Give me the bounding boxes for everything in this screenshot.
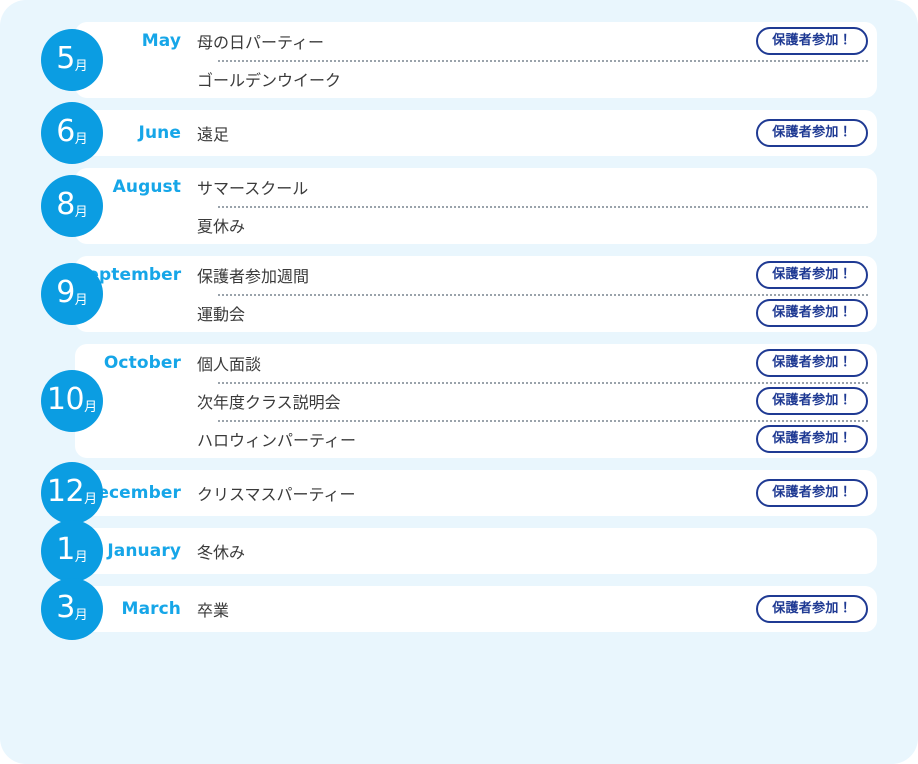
- parent-participation-badge[interactable]: 保護者参加！: [756, 119, 868, 147]
- event-title: サマースクール: [197, 179, 309, 198]
- event-title: ゴールデンウイーク: [197, 71, 342, 90]
- month-kanji-suffix: 月: [74, 58, 88, 74]
- parent-participation-badge[interactable]: 保護者参加！: [756, 595, 868, 623]
- event-separator: [218, 60, 868, 62]
- event-title: 次年度クラス説明会: [197, 393, 341, 412]
- parent-participation-badge[interactable]: 保護者参加！: [756, 387, 868, 415]
- event-row[interactable]: August夏休み: [75, 206, 877, 244]
- month-card: December クリスマスパーティー 保護者参加！: [75, 470, 877, 516]
- month-row: 5月May母の日パーティー保護者参加！Mayゴールデンウイーク: [41, 22, 877, 98]
- event-row[interactable]: October 個人面談 保護者参加！: [75, 344, 877, 382]
- event-row[interactable]: September 保護者参加週間 保護者参加！: [75, 256, 877, 294]
- month-card: AugustサマースクールAugust夏休み: [75, 168, 877, 244]
- month-card: March 卒業 保護者参加！: [75, 586, 877, 632]
- event-title: 夏休み: [197, 217, 246, 236]
- month-kanji-suffix: 月: [74, 292, 88, 308]
- event-title: ハロウィンパーティー: [197, 431, 357, 450]
- month-kanji-suffix: 月: [74, 607, 88, 623]
- month-row: 6 月 June 遠足 保護者参加！: [41, 102, 877, 164]
- parent-participation-badge[interactable]: 保護者参加！: [756, 261, 868, 289]
- event-title: 個人面談: [197, 355, 262, 374]
- month-kanji-suffix: 月: [74, 549, 88, 565]
- month-number-badge: 3月: [41, 578, 103, 640]
- month-row: 1 月 January 冬休み: [41, 520, 877, 582]
- month-card: January 冬休み: [75, 528, 877, 574]
- month-number: 10: [46, 382, 85, 417]
- event-title: 保護者参加週間: [197, 267, 310, 286]
- annual-events-calendar: 5月May母の日パーティー保護者参加！Mayゴールデンウイーク6月June遠足保…: [0, 0, 918, 764]
- month-kanji-suffix: 月: [84, 399, 98, 415]
- parent-participation-badge[interactable]: 保護者参加！: [756, 299, 868, 327]
- month-number: 3: [56, 590, 75, 625]
- month-number-badge: 1月: [41, 520, 103, 582]
- month-number-badge: 5月: [41, 29, 103, 91]
- event-row[interactable]: Octoberハロウィンパーティー保護者参加！: [75, 420, 877, 458]
- month-name-en: October: [103, 353, 181, 373]
- event-row[interactable]: August サマースクール: [75, 168, 877, 206]
- event-separator: [218, 294, 868, 296]
- month-list: 5月May母の日パーティー保護者参加！Mayゴールデンウイーク6月June遠足保…: [41, 22, 877, 640]
- month-card: September保護者参加週間保護者参加！September運動会保護者参加！: [75, 256, 877, 332]
- parent-participation-badge[interactable]: 保護者参加！: [756, 425, 868, 453]
- event-separator: [218, 420, 868, 422]
- month-number: 1: [56, 532, 75, 567]
- month-kanji-suffix: 月: [74, 131, 88, 147]
- event-separator: [218, 382, 868, 384]
- event-title: 母の日パーティー: [197, 33, 325, 52]
- month-card: June 遠足 保護者参加！: [75, 110, 877, 156]
- event-row[interactable]: October次年度クラス説明会保護者参加！: [75, 382, 877, 420]
- event-row[interactable]: December クリスマスパーティー 保護者参加！: [75, 474, 877, 512]
- event-title: 冬休み: [197, 543, 246, 562]
- month-row: 10月October個人面談保護者参加！October次年度クラス説明会保護者参…: [41, 344, 877, 458]
- month-number: 12: [46, 474, 85, 509]
- month-number-badge: 6月: [41, 102, 103, 164]
- month-card: October個人面談保護者参加！October次年度クラス説明会保護者参加！O…: [75, 344, 877, 458]
- event-title: 運動会: [197, 305, 246, 324]
- event-row[interactable]: September運動会保護者参加！: [75, 294, 877, 332]
- event-row[interactable]: Mayゴールデンウイーク: [75, 60, 877, 98]
- month-card: May母の日パーティー保護者参加！Mayゴールデンウイーク: [75, 22, 877, 98]
- event-title: クリスマスパーティー: [197, 485, 356, 504]
- event-title: 卒業: [197, 601, 230, 620]
- month-number: 5: [56, 41, 75, 76]
- month-kanji-suffix: 月: [84, 491, 98, 507]
- month-row: 3 月 March 卒業 保護者参加！: [41, 578, 877, 640]
- month-kanji-suffix: 月: [74, 204, 88, 220]
- month-number: 8: [56, 187, 75, 222]
- parent-participation-badge[interactable]: 保護者参加！: [756, 349, 868, 377]
- event-separator: [218, 206, 868, 208]
- month-row: 8月AugustサマースクールAugust夏休み: [41, 168, 877, 244]
- month-number: 6: [56, 114, 75, 149]
- event-title: 遠足: [197, 125, 230, 144]
- event-row[interactable]: June 遠足 保護者参加！: [75, 114, 877, 152]
- event-row[interactable]: May 母の日パーティー 保護者参加！: [75, 22, 877, 60]
- month-row: 12 月 December クリスマスパーティー 保護者参加！: [41, 462, 877, 524]
- month-number-badge: 8月: [41, 175, 103, 237]
- parent-participation-badge[interactable]: 保護者参加！: [756, 479, 868, 507]
- event-row[interactable]: January 冬休み: [75, 532, 877, 570]
- month-number: 9: [56, 275, 75, 310]
- month-number-badge: 9月: [41, 263, 103, 325]
- event-row[interactable]: March 卒業 保護者参加！: [75, 590, 877, 628]
- month-number-badge: 12 月: [41, 462, 103, 524]
- parent-participation-badge[interactable]: 保護者参加！: [756, 27, 868, 55]
- month-row: 9月September保護者参加週間保護者参加！September運動会保護者参…: [41, 256, 877, 332]
- month-number-badge: 10 月: [41, 370, 103, 432]
